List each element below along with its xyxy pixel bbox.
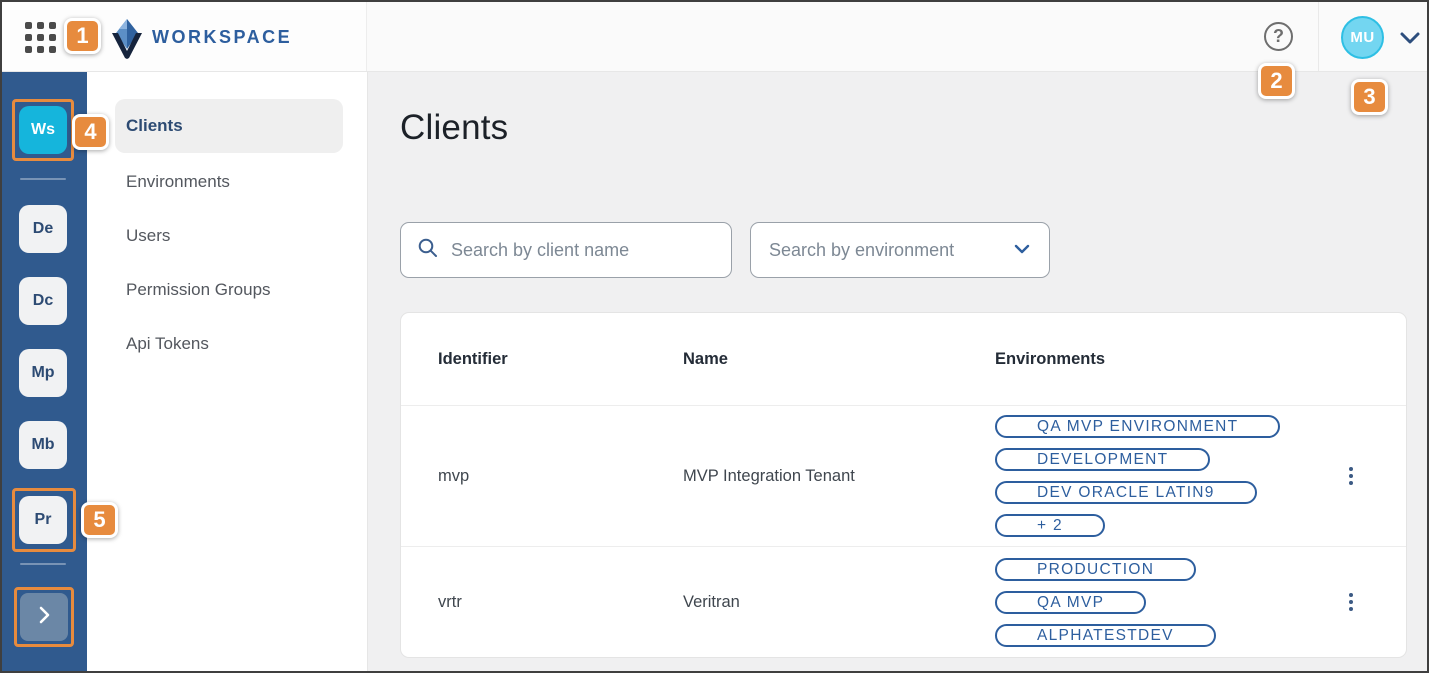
workspace-nav-sidebar: Clients Environments Users Permission Gr… xyxy=(87,72,368,673)
environment-chip: QA MVP ENVIRONMENT xyxy=(995,415,1280,438)
sidebar-item-users[interactable]: Users xyxy=(115,209,343,263)
sidebar-item-clients[interactable]: Clients xyxy=(115,99,343,153)
callout-badge-2: 2 xyxy=(1258,63,1295,99)
sidebar-item-environments[interactable]: Environments xyxy=(115,155,343,209)
topbar: WORKSPACE ? MU xyxy=(2,2,1427,72)
sidebar-item-permission-groups[interactable]: Permission Groups xyxy=(115,263,343,317)
table-row[interactable]: mvp MVP Integration Tenant QA MVP ENVIRO… xyxy=(401,406,1406,547)
environment-chip: DEVELOPMENT xyxy=(995,448,1210,471)
annotation-outline-workspace-button xyxy=(12,99,74,161)
client-identifier: vrtr xyxy=(438,593,683,612)
rail-item-mb[interactable]: Mb xyxy=(19,421,67,469)
environment-chip-list: QA MVP ENVIRONMENT DEVELOPMENT DEV ORACL… xyxy=(995,413,1295,539)
module-rail: Ws De Dc Mp Mb Pr xyxy=(2,72,87,673)
environment-filter-placeholder: Search by environment xyxy=(769,240,954,261)
rail-item-mp[interactable]: Mp xyxy=(19,349,67,397)
rail-divider xyxy=(20,178,66,180)
client-name: MVP Integration Tenant xyxy=(683,467,995,486)
sidebar-item-api-tokens[interactable]: Api Tokens xyxy=(115,317,343,371)
topbar-divider xyxy=(1318,2,1319,71)
client-search-input[interactable] xyxy=(451,240,715,261)
callout-badge-5: 5 xyxy=(81,502,118,538)
environment-filter-select[interactable]: Search by environment xyxy=(750,222,1050,278)
user-avatar[interactable]: MU xyxy=(1341,16,1384,59)
account-menu-chevron-down-icon[interactable] xyxy=(1398,29,1422,52)
column-header-identifier: Identifier xyxy=(438,350,683,369)
environment-chip: DEV ORACLE LATIN9 xyxy=(995,481,1257,504)
client-identifier: mvp xyxy=(438,467,683,486)
clients-table: Identifier Name Environments mvp MVP Int… xyxy=(400,312,1407,658)
rail-item-de[interactable]: De xyxy=(19,205,67,253)
column-header-environments: Environments xyxy=(995,350,1295,369)
environment-overflow-chip[interactable]: + 2 xyxy=(995,514,1105,537)
environment-chip-list: PRODUCTION QA MVP ALPHATESTDEV xyxy=(995,556,1295,649)
page-title: Clients xyxy=(400,108,508,148)
main-content: Clients Search by environment Identifier… xyxy=(368,72,1429,673)
rail-item-dc[interactable]: Dc xyxy=(19,277,67,325)
column-header-name: Name xyxy=(683,350,995,369)
rail-divider xyxy=(20,563,66,565)
search-icon xyxy=(417,237,439,264)
help-icon[interactable]: ? xyxy=(1264,22,1293,51)
table-row[interactable]: vrtr Veritran PRODUCTION QA MVP ALPHATES… xyxy=(401,547,1406,657)
callout-badge-1: 1 xyxy=(64,18,101,54)
environment-chip: PRODUCTION xyxy=(995,558,1196,581)
chevron-down-icon xyxy=(1013,240,1031,261)
callout-badge-4: 4 xyxy=(72,114,109,150)
client-name: Veritran xyxy=(683,593,995,612)
app-launcher-grid-icon[interactable] xyxy=(25,22,57,54)
annotation-outline-expand-button xyxy=(14,587,74,647)
brand-title: WORKSPACE xyxy=(152,27,292,48)
app-window: WORKSPACE ? MU Ws De Dc Mp Mb Pr Clients… xyxy=(0,0,1429,673)
environment-chip: ALPHATESTDEV xyxy=(995,624,1216,647)
row-actions-kebab-icon[interactable] xyxy=(1342,464,1360,488)
environment-chip: QA MVP xyxy=(995,591,1146,614)
annotation-outline-pr-button xyxy=(12,488,76,552)
callout-badge-3: 3 xyxy=(1351,79,1388,115)
client-search-box[interactable] xyxy=(400,222,732,278)
workspace-logo-icon xyxy=(110,18,144,65)
table-header-row: Identifier Name Environments xyxy=(401,313,1406,406)
row-actions-kebab-icon[interactable] xyxy=(1342,590,1360,614)
